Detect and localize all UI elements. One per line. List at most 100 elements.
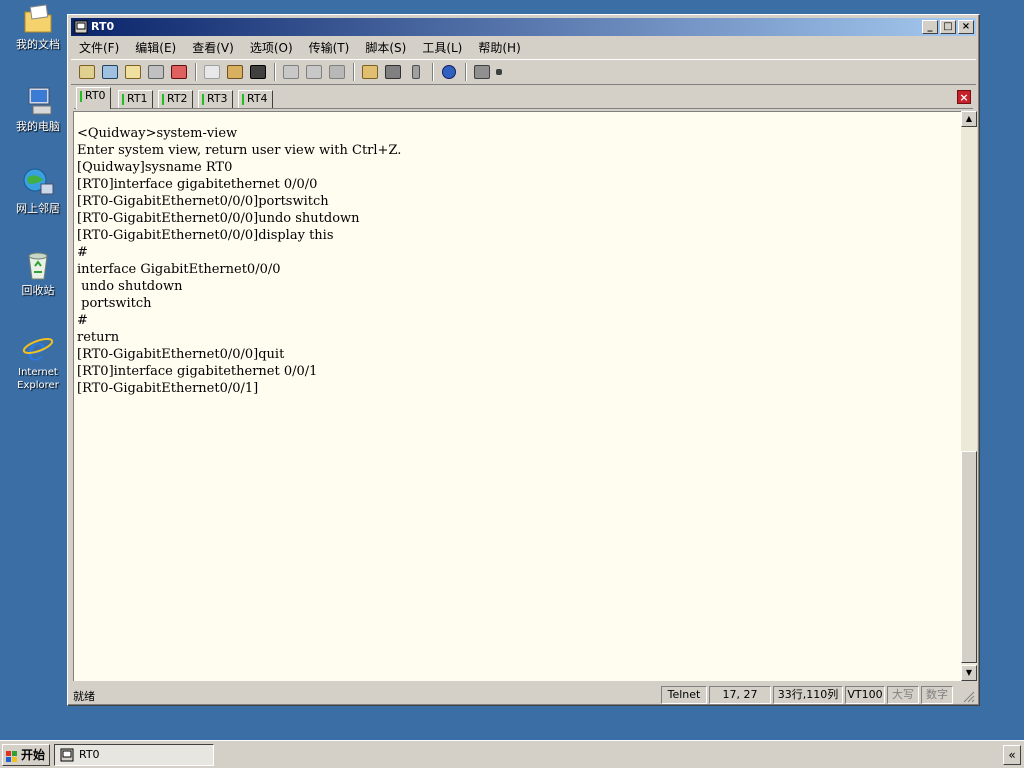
terminal-line: interface GigabitEthernet0/0/0 [77, 262, 281, 277]
connect-icon [79, 65, 95, 79]
maximize-button[interactable]: □ [940, 20, 956, 34]
internet-explorer-icon: e [21, 330, 55, 368]
terminal-line: return [77, 330, 120, 345]
terminal-screen[interactable]: <Quidway>system-view Enter system view, r… [73, 111, 961, 681]
connect-button[interactable] [76, 62, 98, 82]
tools-icon [385, 65, 401, 79]
window-title: RT0 [91, 20, 115, 33]
status-size: 33行,110列 [773, 686, 843, 704]
status-protocol: Telnet [661, 686, 707, 704]
copy-button[interactable] [201, 62, 223, 82]
status-num: 数字 [921, 686, 953, 704]
status-terminal-type: VT100 [845, 686, 885, 704]
scroll-up-button[interactable]: ▲ [961, 111, 977, 127]
quick-connect-icon [102, 65, 118, 79]
terminal-window: RT0 _ □ × 文件(F) 编辑(E) 查看(V) 选项(O) 传输(T) … [67, 14, 980, 706]
minimize-button[interactable]: _ [922, 20, 938, 34]
toolbar-separator [353, 63, 355, 81]
toolbar-separator [465, 63, 467, 81]
menu-script[interactable]: 脚本(S) [365, 39, 406, 56]
network-places-icon [21, 166, 55, 200]
toolbar-overflow-button[interactable] [494, 62, 504, 82]
quick-connect-button[interactable] [99, 62, 121, 82]
help-button[interactable] [438, 62, 460, 82]
taskbar: 开始 RT0 « [0, 740, 1024, 768]
terminal-line: [RT0]interface gigabitethernet 0/0/0 [77, 177, 318, 192]
disconnect-icon [171, 65, 187, 79]
desktop-icon-label: 回收站 [21, 284, 55, 297]
disconnect-button[interactable] [168, 62, 190, 82]
terminal-line: [Quidway]sysname RT0 [77, 160, 233, 175]
tab-rt2[interactable]: RT2 [158, 90, 193, 108]
menu-transfer[interactable]: 传输(T) [309, 39, 350, 56]
app-icon [60, 748, 74, 762]
start-button[interactable]: 开始 [2, 744, 50, 766]
resize-grip-icon[interactable] [961, 689, 975, 706]
terminal-line: # [77, 245, 88, 260]
status-ready: 就绪 [73, 690, 95, 703]
menu-bar: 文件(F) 编辑(E) 查看(V) 选项(O) 传输(T) 脚本(S) 工具(L… [71, 37, 976, 57]
print-selection-icon [306, 65, 322, 79]
print-button[interactable] [280, 62, 302, 82]
terminal-line: [RT0-GigabitEthernet0/0/0]portswitch [77, 194, 329, 209]
taskbar-item-rt0[interactable]: RT0 [54, 744, 214, 766]
menu-help[interactable]: 帮助(H) [478, 39, 520, 56]
desktop-icon-label: 我的文档 [16, 38, 60, 51]
desktop-icon-internet-explorer[interactable]: e Internet Explorer [6, 330, 70, 392]
terminal-line: # [77, 313, 88, 328]
terminal-line: Enter system view, return user view with… [77, 143, 402, 158]
screen-icon [474, 65, 490, 79]
close-button[interactable]: × [958, 20, 974, 34]
folder-icon [125, 65, 141, 79]
terminal-line: [RT0-GigabitEthernet0/0/0]undo shutdown [77, 211, 360, 226]
print-selection-button[interactable] [303, 62, 325, 82]
tray-expand-button[interactable]: « [1003, 745, 1021, 765]
title-bar[interactable]: RT0 _ □ × [71, 18, 976, 36]
tab-rt4[interactable]: RT4 [238, 90, 273, 108]
terminal-line: [RT0-GigabitEthernet0/0/0]quit [77, 347, 285, 362]
toolbar [71, 59, 976, 85]
svg-text:e: e [27, 330, 46, 364]
status-cursor: 17, 27 [709, 686, 771, 704]
menu-view[interactable]: 查看(V) [192, 39, 234, 56]
reconnect-button[interactable] [145, 62, 167, 82]
session-button[interactable] [122, 62, 144, 82]
keymap-button[interactable] [405, 62, 427, 82]
desktop-icon-network-places[interactable]: 网上邻居 [6, 166, 70, 215]
scroll-down-button[interactable]: ▼ [961, 665, 977, 681]
session-options-button[interactable] [359, 62, 381, 82]
terminal-line: [RT0-GigabitEthernet0/0/0]display this [77, 228, 334, 243]
tab-rt1[interactable]: RT1 [118, 90, 153, 108]
menu-file[interactable]: 文件(F) [79, 39, 119, 56]
terminal-line: [RT0]interface gigabitethernet 0/0/1 [77, 364, 318, 379]
start-label: 开始 [21, 748, 46, 762]
vertical-scrollbar[interactable]: ▲ ▼ [961, 111, 977, 681]
key-icon [412, 65, 420, 79]
settings-button[interactable] [382, 62, 404, 82]
tab-rt3[interactable]: RT3 [198, 90, 233, 108]
status-bar: 就绪 Telnet 17, 27 33行,110列 VT100 大写 数字 [71, 685, 976, 705]
find-button[interactable] [247, 62, 269, 82]
paste-button[interactable] [224, 62, 246, 82]
desktop-icon-label: 我的电脑 [16, 120, 60, 133]
terminal-line: portswitch [77, 296, 152, 311]
reconnect-icon [148, 65, 164, 79]
help-icon [442, 65, 456, 79]
screen-button[interactable] [471, 62, 493, 82]
desktop-icon-my-computer[interactable]: 我的电脑 [6, 84, 70, 133]
print-setup-button[interactable] [326, 62, 348, 82]
status-caps: 大写 [887, 686, 919, 704]
menu-tools[interactable]: 工具(L) [422, 39, 462, 56]
tab-rt0[interactable]: RT0 [76, 87, 111, 109]
toolbar-separator [432, 63, 434, 81]
desktop-icon-my-documents[interactable]: 我的文档 [6, 2, 70, 51]
my-documents-icon [21, 2, 55, 36]
session-tabs: RT0 RT1 RT2 RT3 RT4 × [74, 87, 973, 109]
menu-edit[interactable]: 编辑(E) [135, 39, 176, 56]
close-tab-icon[interactable]: × [957, 90, 971, 104]
scroll-thumb[interactable] [961, 451, 977, 663]
menu-options[interactable]: 选项(O) [250, 39, 293, 56]
desktop-icon-label: 网上邻居 [16, 202, 60, 215]
taskbar-item-label: RT0 [79, 748, 100, 761]
desktop-icon-recycle-bin[interactable]: 回收站 [6, 248, 70, 297]
